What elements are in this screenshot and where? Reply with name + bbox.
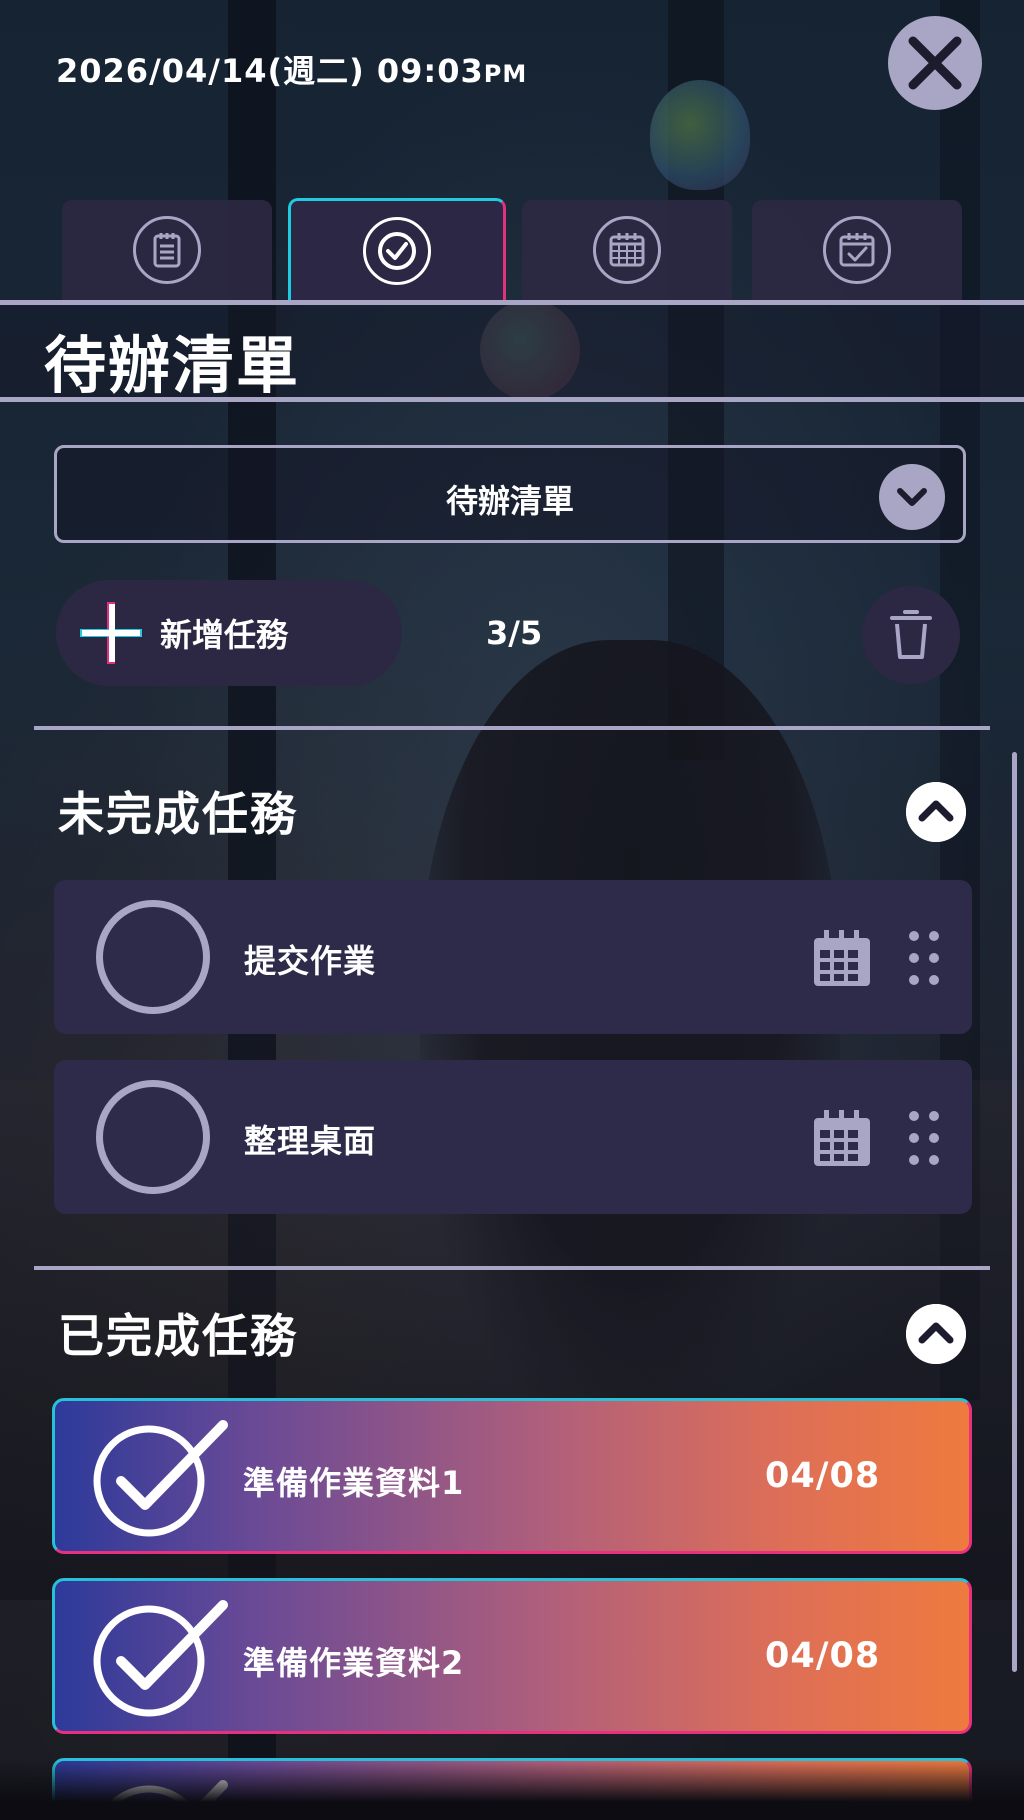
dropdown-toggle[interactable]	[879, 464, 945, 530]
drag-handle-icon[interactable]	[904, 928, 944, 988]
task-name: 準備作業資料2	[243, 1644, 465, 1682]
section-divider	[34, 726, 990, 730]
task-count: 3/5	[486, 614, 543, 652]
close-x-icon	[908, 36, 962, 90]
completed-task-row-partial[interactable]	[52, 1758, 972, 1820]
tab-schedule[interactable]	[752, 200, 962, 300]
close-button[interactable]	[888, 16, 982, 110]
chevron-up-icon	[906, 1304, 966, 1364]
completed-task-row[interactable]: 準備作業資料2 04/08	[52, 1578, 972, 1734]
add-task-button[interactable]: 新增任務	[56, 580, 402, 686]
title-bar: 待辦清單	[0, 300, 1024, 402]
section-divider	[34, 1266, 990, 1270]
tab-calendar[interactable]	[522, 200, 732, 300]
check-circle-icon	[378, 231, 416, 270]
trash-icon	[890, 610, 932, 659]
checked-circle-icon	[97, 1780, 228, 1820]
date-time-text: 2026/04/14(週二) 09:03	[56, 52, 484, 90]
background-balloon	[650, 80, 750, 190]
incomplete-section-title: 未完成任務	[58, 787, 298, 841]
notepad-icon	[153, 233, 181, 268]
list-selector-value: 待辦清單	[445, 482, 574, 520]
checked-circle-icon[interactable]	[91, 1595, 231, 1719]
delete-button[interactable]	[862, 586, 960, 684]
calendar-icon[interactable]	[812, 1108, 872, 1168]
tab-notes[interactable]	[62, 200, 272, 300]
drag-handle-icon[interactable]	[904, 1108, 944, 1168]
tab-bar	[0, 198, 1024, 300]
calendar-check-icon	[839, 233, 875, 267]
incomplete-collapse-toggle[interactable]	[906, 782, 966, 842]
chevron-down-icon	[897, 488, 927, 506]
tab-todo[interactable]	[288, 198, 506, 300]
task-row[interactable]: 提交作業	[54, 880, 972, 1034]
task-date: 04/08	[765, 1456, 881, 1496]
add-task-label: 新增任務	[160, 616, 289, 654]
task-date: 04/08	[765, 1636, 881, 1676]
task-checkbox[interactable]	[96, 1080, 210, 1194]
calendar-grid-icon	[609, 233, 645, 267]
completed-task-row[interactable]: 準備作業資料1 04/08	[52, 1398, 972, 1554]
scrollbar[interactable]	[1012, 752, 1017, 1672]
completed-section-title: 已完成任務	[58, 1309, 298, 1363]
page-title: 待辦清單	[44, 329, 301, 402]
meridiem-text: PM	[483, 60, 528, 88]
task-name: 整理桌面	[244, 1122, 377, 1160]
checked-circle-icon[interactable]	[91, 1415, 231, 1539]
plus-icon	[80, 602, 142, 664]
chevron-up-icon	[906, 782, 966, 842]
date-time-display: 2026/04/14(週二) 09:03PM	[56, 46, 527, 92]
task-name: 提交作業	[244, 942, 377, 980]
task-checkbox[interactable]	[96, 900, 210, 1014]
completed-collapse-toggle[interactable]	[906, 1304, 966, 1364]
list-selector-dropdown[interactable]: 待辦清單	[54, 445, 966, 543]
calendar-icon[interactable]	[812, 928, 872, 988]
task-row[interactable]: 整理桌面	[54, 1060, 972, 1214]
task-name: 準備作業資料1	[243, 1464, 465, 1502]
